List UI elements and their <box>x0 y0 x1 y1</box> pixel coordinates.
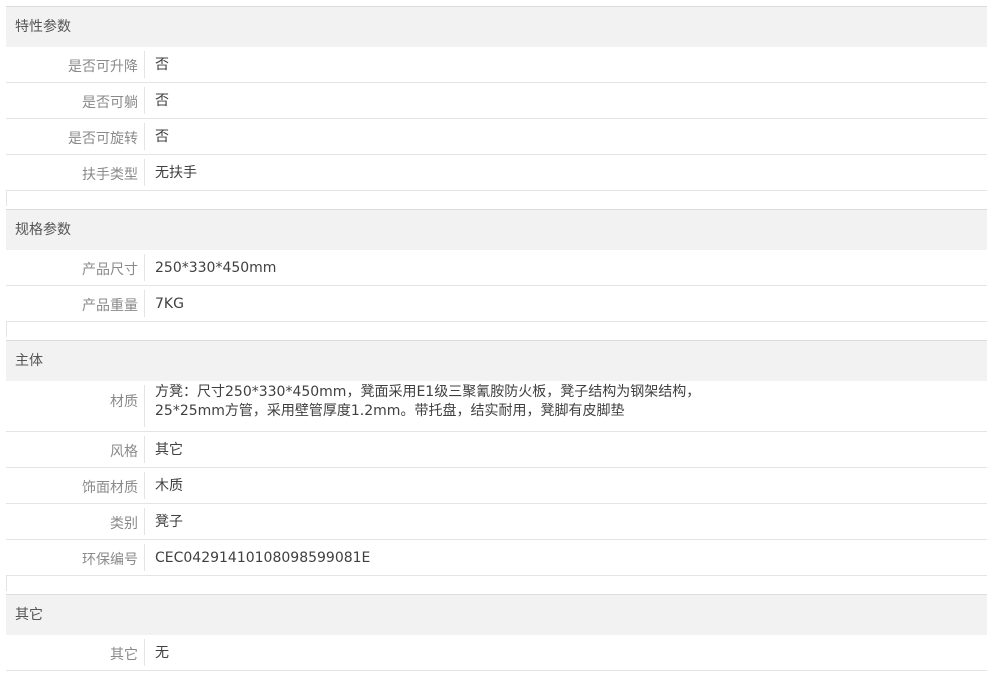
spec-value: 250*330*450mm <box>155 260 277 276</box>
spec-value: 无扶手 <box>155 165 197 181</box>
section-title: 其它 <box>6 595 987 635</box>
spec-row: 扶手类型 无扶手 <box>6 155 987 191</box>
spec-label: 材质 <box>6 385 145 427</box>
spec-row: 是否可升降 否 <box>6 47 987 83</box>
divider <box>6 322 7 337</box>
section-features: 特性参数 是否可升降 否 是否可躺 否 是否可旋转 否 扶手类型 无扶手 <box>6 6 987 206</box>
spec-label: 环保编号 <box>6 544 145 571</box>
spec-value: 否 <box>155 93 169 109</box>
spec-label: 是否可旋转 <box>6 123 145 150</box>
spec-value-line: 25*25mm方管，采用壁管厚度1.2mm。带托盘，结实耐用，凳脚有皮脚垫 <box>155 403 625 419</box>
spec-row: 产品重量 7KG <box>6 286 987 322</box>
spec-value: 否 <box>155 57 169 73</box>
spec-label: 类别 <box>6 508 145 535</box>
spec-row: 风格 其它 <box>6 432 987 468</box>
spec-label: 是否可升降 <box>6 51 145 78</box>
spec-value: CEC04291410108098599081E <box>155 550 371 566</box>
spec-label: 产品尺寸 <box>6 254 145 281</box>
spec-value: 否 <box>155 129 169 145</box>
spec-value: 7KG <box>155 296 184 312</box>
spec-row: 是否可躺 否 <box>6 83 987 119</box>
spec-label: 扶手类型 <box>6 159 145 186</box>
spec-value-line: 方凳：尺寸250*330*450mm，凳面采用E1级三聚氰胺防火板，凳子结构为钢… <box>155 384 701 400</box>
section-footer <box>6 191 987 206</box>
section-other: 其它 其它 无 <box>6 594 987 671</box>
divider <box>6 576 7 591</box>
spec-label: 风格 <box>6 436 145 463</box>
spec-value: 无 <box>155 645 169 661</box>
spec-value: 其它 <box>155 442 183 458</box>
spec-row: 材质 方凳：尺寸250*330*450mm，凳面采用E1级三聚氰胺防火板，凳子结… <box>6 381 987 432</box>
spec-row: 是否可旋转 否 <box>6 119 987 155</box>
spec-row: 类别 凳子 <box>6 504 987 540</box>
spec-value: 木质 <box>155 478 183 494</box>
section-footer <box>6 576 987 591</box>
spec-row: 环保编号 CEC04291410108098599081E <box>6 540 987 576</box>
spec-label: 其它 <box>6 639 145 666</box>
spec-row: 产品尺寸 250*330*450mm <box>6 250 987 286</box>
section-title: 主体 <box>6 341 987 381</box>
section-footer <box>6 322 987 337</box>
spec-row: 其它 无 <box>6 635 987 671</box>
spec-label: 饰面材质 <box>6 472 145 499</box>
spec-value: 凳子 <box>155 514 183 530</box>
spec-label: 是否可躺 <box>6 87 145 114</box>
spec-label: 产品重量 <box>6 290 145 317</box>
spec-value: 方凳：尺寸250*330*450mm，凳面采用E1级三聚氰胺防火板，凳子结构为钢… <box>145 381 987 431</box>
spec-row: 饰面材质 木质 <box>6 468 987 504</box>
section-main-body: 主体 材质 方凳：尺寸250*330*450mm，凳面采用E1级三聚氰胺防火板，… <box>6 340 987 591</box>
divider <box>6 191 7 206</box>
section-specs: 规格参数 产品尺寸 250*330*450mm 产品重量 7KG <box>6 209 987 337</box>
section-title: 规格参数 <box>6 210 987 250</box>
section-title: 特性参数 <box>6 7 987 47</box>
